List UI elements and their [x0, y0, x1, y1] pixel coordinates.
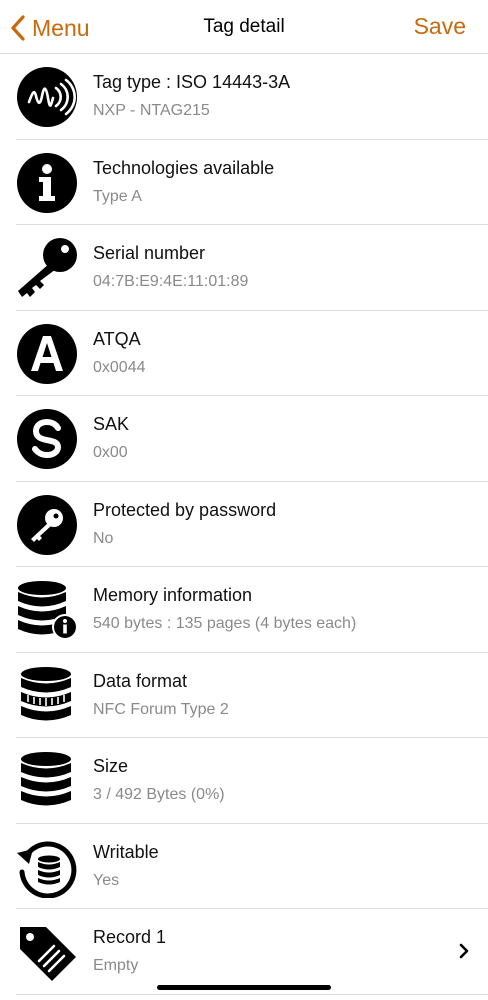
navigation-bar: Menu Tag detail Save — [0, 0, 488, 54]
info-icon — [17, 152, 77, 213]
row-title: Record 1 — [93, 927, 167, 947]
row-title: ATQA — [93, 328, 141, 349]
back-button[interactable]: Menu — [10, 8, 90, 48]
row-title: Data format — [93, 670, 188, 691]
row-value: Yes — [93, 871, 120, 889]
letter-a-icon — [17, 323, 77, 384]
row-value: NXP - NTAG215 — [93, 102, 210, 119]
list-item-size: Size 3 / 492 Bytes (0%) — [0, 738, 488, 824]
row-value: Empty — [93, 957, 139, 974]
letter-s-icon — [17, 409, 77, 469]
list-item-atqa: ATQA 0x0044 — [0, 311, 488, 397]
tag-icon — [20, 927, 76, 981]
key-icon — [18, 238, 77, 297]
row-value: 3 / 492 Bytes (0%) — [93, 786, 225, 803]
list-item-tag-type: Tag type : ISO 14443-3A NXP - NTAG215 — [0, 54, 488, 140]
row-value: 0x0044 — [93, 358, 146, 376]
row-title: Serial number — [93, 243, 206, 263]
back-label: Menu — [32, 14, 90, 41]
row-value: 04:7B:E9:4E:11:01:89 — [93, 273, 249, 290]
row-value: 0x00 — [93, 444, 128, 461]
save-button[interactable]: Save — [414, 13, 466, 40]
list-item-sak: SAK 0x00 — [0, 396, 488, 482]
chevron-right-icon — [459, 943, 469, 959]
password-key-icon — [17, 494, 77, 555]
list-item-technologies: Technologies available Type A — [0, 140, 488, 226]
row-title: Size — [93, 756, 129, 776]
tag-detail-list: Tag type : ISO 14443-3A NXP - NTAG215 Te… — [0, 54, 488, 995]
nfc-signal-icon — [17, 67, 77, 127]
home-indicator[interactable] — [157, 985, 331, 990]
row-title: Protected by password — [93, 499, 277, 520]
row-title: Technologies available — [93, 157, 275, 178]
database-refresh-icon — [17, 841, 77, 898]
list-item-password-protection: Protected by password No — [0, 482, 488, 568]
database-icon — [21, 752, 71, 806]
chevron-left-icon — [11, 15, 25, 41]
list-item-writable: Writable Yes — [0, 824, 488, 910]
database-striped-icon — [21, 666, 71, 720]
row-value: NFC Forum Type 2 — [93, 700, 229, 718]
row-value: No — [93, 529, 114, 547]
list-item-serial-number: Serial number 04:7B:E9:4E:11:01:89 — [0, 225, 488, 311]
row-value: 540 bytes : 135 pages (4 bytes each) — [93, 615, 357, 632]
row-title: Memory information — [93, 585, 253, 605]
list-item-record-1[interactable]: Record 1 Empty — [0, 909, 488, 995]
row-title: Writable — [93, 841, 159, 862]
row-title: Tag type : ISO 14443-3A — [93, 72, 291, 92]
row-value: Type A — [93, 187, 142, 205]
database-info-icon — [18, 581, 78, 640]
row-title: SAK — [93, 414, 130, 434]
list-item-data-format: Data format NFC Forum Type 2 — [0, 653, 488, 739]
list-item-memory-information: Memory information 540 bytes : 135 pages… — [0, 567, 488, 653]
